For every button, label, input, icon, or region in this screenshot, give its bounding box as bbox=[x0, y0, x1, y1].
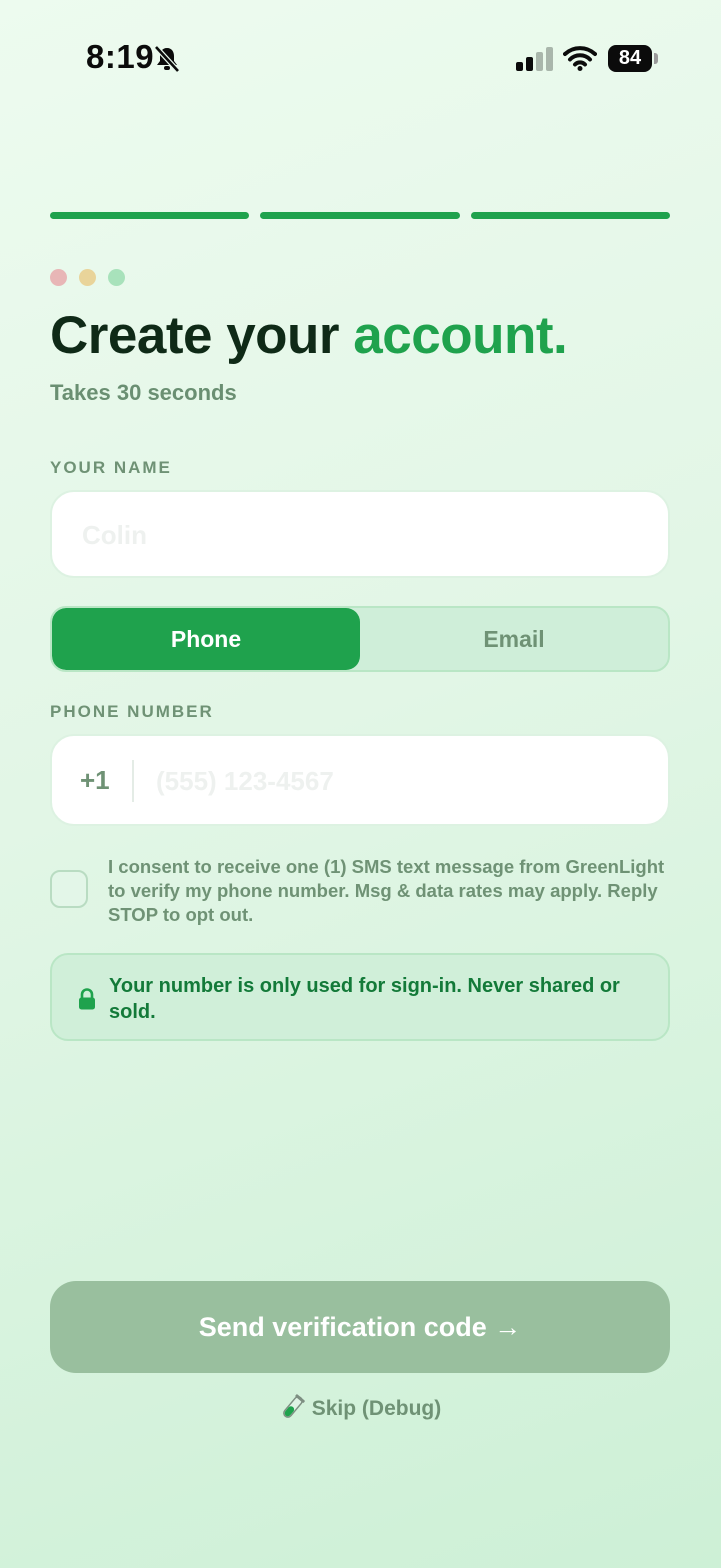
battery-level: 84 bbox=[618, 47, 642, 69]
decorative-dots bbox=[50, 269, 125, 286]
battery-cap bbox=[654, 53, 658, 64]
dot-red bbox=[50, 269, 67, 286]
dot-yellow bbox=[79, 269, 96, 286]
consent-text[interactable]: I consent to receive one (1) SMS text me… bbox=[108, 855, 668, 927]
toggle-phone[interactable]: Phone bbox=[52, 608, 360, 670]
dot-green bbox=[108, 269, 125, 286]
page-subtitle: Takes 30 seconds bbox=[50, 380, 237, 405]
phone-input[interactable] bbox=[154, 736, 638, 826]
title-main: Create your bbox=[50, 306, 354, 365]
country-code[interactable]: +1 bbox=[80, 736, 110, 824]
progress-step-1 bbox=[50, 212, 250, 219]
toggle-email[interactable]: Email bbox=[360, 608, 668, 670]
wifi-icon bbox=[563, 46, 597, 71]
name-field-box[interactable] bbox=[50, 490, 670, 578]
name-label: YOUR NAME bbox=[50, 458, 172, 477]
title-accent: account. bbox=[353, 306, 568, 365]
send-verification-button[interactable]: Send verification code → bbox=[50, 1281, 670, 1373]
battery-icon: 84 bbox=[608, 45, 652, 72]
test-tube-icon bbox=[282, 1394, 305, 1418]
skip-label[interactable]: Skip (Debug) bbox=[312, 1397, 442, 1420]
consent-checkbox[interactable] bbox=[50, 870, 88, 908]
name-input[interactable] bbox=[80, 492, 644, 578]
step-progress bbox=[50, 212, 670, 219]
progress-step-2 bbox=[260, 212, 460, 219]
bell-slash-icon bbox=[154, 45, 180, 73]
status-time: 8:19 bbox=[86, 38, 155, 75]
privacy-text: Your number is only used for sign-in. Ne… bbox=[109, 975, 620, 1023]
lock-icon bbox=[79, 988, 95, 1010]
phone-field-box[interactable]: +1 bbox=[50, 734, 670, 826]
skip-debug-link[interactable]: Skip (Debug) bbox=[0, 1394, 721, 1421]
page-title: Create your account. bbox=[50, 305, 568, 366]
progress-step-3 bbox=[470, 212, 670, 219]
cellular-signal-icon bbox=[516, 47, 553, 71]
privacy-notice: Your number is only used for sign-in. Ne… bbox=[50, 953, 670, 1041]
phone-divider bbox=[132, 760, 134, 802]
phone-label: PHONE NUMBER bbox=[50, 702, 214, 721]
contact-method-toggle[interactable]: Phone Email bbox=[50, 606, 670, 672]
